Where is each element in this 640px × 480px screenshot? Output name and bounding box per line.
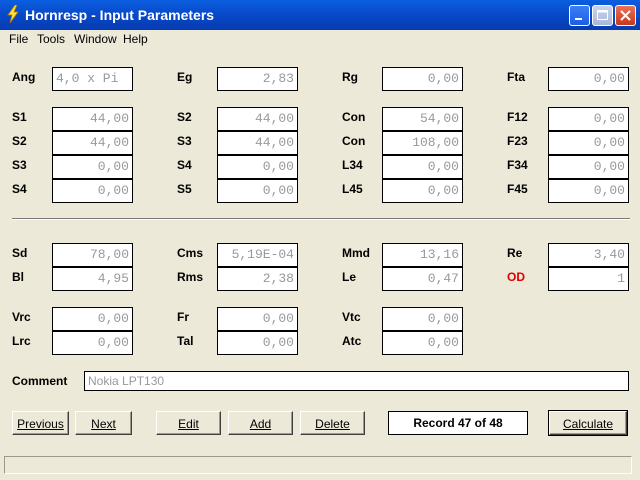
window-title: Hornresp - Input Parameters [25, 7, 215, 23]
f45-field[interactable]: 0,00 [548, 179, 629, 203]
vtc-label: Vtc [342, 310, 361, 324]
status-bar [4, 456, 632, 474]
con1-field[interactable]: 54,00 [382, 107, 463, 131]
l34-field[interactable]: 0,00 [382, 155, 463, 179]
minimize-button[interactable] [569, 5, 590, 26]
close-icon [620, 10, 631, 21]
l45-label: L45 [342, 182, 363, 196]
le-label: Le [342, 270, 357, 284]
title-bar[interactable]: Hornresp - Input Parameters [0, 0, 640, 30]
lrc-label: Lrc [12, 334, 31, 348]
menu-file[interactable]: File [9, 32, 28, 46]
previous-button[interactable]: Previous [12, 411, 69, 435]
s2-label: S2 [12, 134, 27, 148]
f12-field[interactable]: 0,00 [548, 107, 629, 131]
l34-label: L34 [342, 158, 363, 172]
rg-label: Rg [342, 70, 358, 84]
eg-field[interactable]: 2,83 [217, 67, 298, 91]
close-button[interactable] [615, 5, 636, 26]
ang-field[interactable]: 4,0 x Pi [52, 67, 133, 91]
vrc-field[interactable]: 0,00 [52, 307, 133, 331]
rms-label: Rms [177, 270, 204, 284]
sd-label: Sd [12, 246, 28, 260]
f12-label: F12 [507, 110, 528, 124]
s4b-label: S4 [177, 158, 192, 172]
s3b-field[interactable]: 44,00 [217, 131, 298, 155]
menu-tools[interactable]: Tools [37, 32, 65, 46]
atc-label: Atc [342, 334, 362, 348]
fta-field[interactable]: 0,00 [548, 67, 629, 91]
vrc-label: Vrc [12, 310, 31, 324]
lightning-bolt-icon [7, 5, 19, 23]
s4-field[interactable]: 0,00 [52, 179, 133, 203]
ang-label: Ang [12, 70, 36, 84]
menu-bar: File Tools Window Help [0, 30, 640, 48]
minimize-icon [575, 18, 582, 20]
f45-label: F45 [507, 182, 528, 196]
menu-help[interactable]: Help [123, 32, 148, 46]
mmd-field[interactable]: 13,16 [382, 243, 463, 267]
next-button[interactable]: Next [75, 411, 132, 435]
s3-field[interactable]: 0,00 [52, 155, 133, 179]
f34-field[interactable]: 0,00 [548, 155, 629, 179]
rms-field[interactable]: 2,38 [217, 267, 298, 291]
vtc-field[interactable]: 0,00 [382, 307, 463, 331]
comment-label: Comment [12, 374, 68, 388]
record-indicator: Record 47 of 48 [388, 411, 528, 435]
rg-field[interactable]: 0,00 [382, 67, 463, 91]
s4-label: S4 [12, 182, 27, 196]
s4b-field[interactable]: 0,00 [217, 155, 298, 179]
f34-label: F34 [507, 158, 528, 172]
lrc-field[interactable]: 0,00 [52, 331, 133, 355]
s5-label: S5 [177, 182, 192, 196]
fr-label: Fr [177, 310, 189, 324]
con2-field[interactable]: 108,00 [382, 131, 463, 155]
edit-button[interactable]: Edit [156, 411, 221, 435]
mmd-label: Mmd [342, 246, 370, 260]
re-label: Re [507, 246, 523, 260]
comment-field[interactable]: Nokia LPT130 [84, 371, 629, 391]
tal-field[interactable]: 0,00 [217, 331, 298, 355]
od-label: OD [507, 270, 525, 284]
fr-field[interactable]: 0,00 [217, 307, 298, 331]
f23-field[interactable]: 0,00 [548, 131, 629, 155]
s2b-label: S2 [177, 110, 192, 124]
maximize-icon [597, 10, 608, 20]
atc-field[interactable]: 0,00 [382, 331, 463, 355]
re-field[interactable]: 3,40 [548, 243, 629, 267]
s2b-field[interactable]: 44,00 [217, 107, 298, 131]
fta-label: Fta [507, 70, 525, 84]
con1-label: Con [342, 110, 366, 124]
od-field[interactable]: 1 [548, 267, 629, 291]
maximize-button[interactable] [592, 5, 613, 26]
s1-label: S1 [12, 110, 27, 124]
s5-field[interactable]: 0,00 [217, 179, 298, 203]
bl-field[interactable]: 4,95 [52, 267, 133, 291]
add-button[interactable]: Add [228, 411, 293, 435]
cms-field[interactable]: 5,19E-04 [217, 243, 298, 267]
s1-field[interactable]: 44,00 [52, 107, 133, 131]
s3-label: S3 [12, 158, 27, 172]
cms-label: Cms [177, 246, 204, 260]
con2-label: Con [342, 134, 366, 148]
l45-field[interactable]: 0,00 [382, 179, 463, 203]
s2-field[interactable]: 44,00 [52, 131, 133, 155]
s3b-label: S3 [177, 134, 192, 148]
bl-label: Bl [12, 270, 24, 284]
input-parameters-panel: Ang 4,0 x Pi Eg 2,83 Rg 0,00 Fta 0,00 S1… [4, 50, 636, 450]
section-divider [12, 218, 630, 220]
sd-field[interactable]: 78,00 [52, 243, 133, 267]
f23-label: F23 [507, 134, 528, 148]
delete-button[interactable]: Delete [300, 411, 365, 435]
menu-window[interactable]: Window [74, 32, 117, 46]
eg-label: Eg [177, 70, 193, 84]
le-field[interactable]: 0,47 [382, 267, 463, 291]
calculate-button[interactable]: Calculate [548, 410, 628, 436]
tal-label: Tal [177, 334, 194, 348]
